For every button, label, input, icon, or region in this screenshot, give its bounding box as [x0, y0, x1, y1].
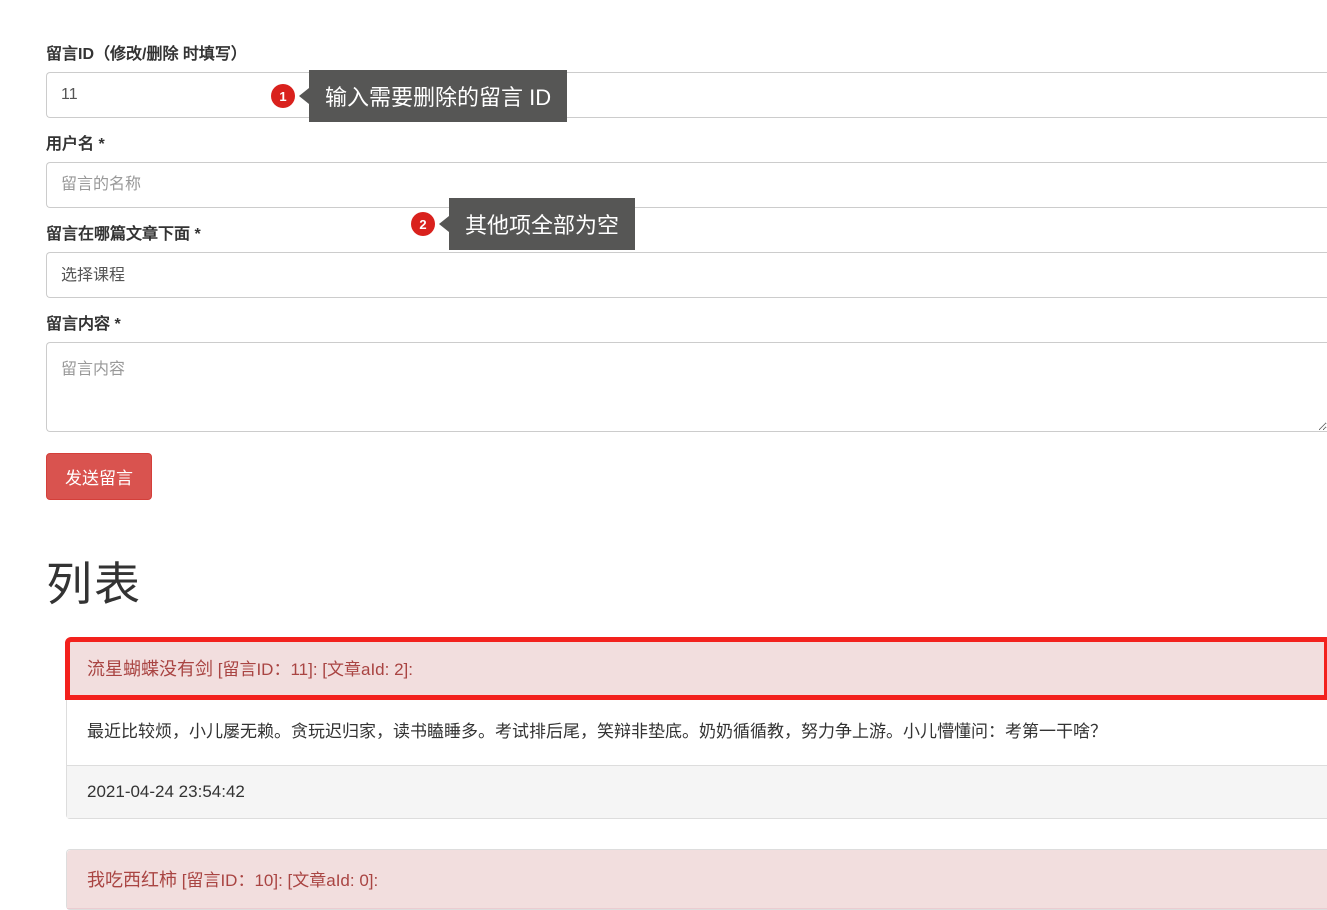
- list-heading: 列表: [46, 548, 1327, 614]
- message-panel-heading: 我吃西红柿 [留言ID：10]: [文章aId: 0]:: [67, 850, 1327, 909]
- message-title-meta: [留言ID：11]: [文章aId: 2]:: [213, 660, 413, 679]
- annotation-arrow-icon: [439, 216, 449, 232]
- submit-button[interactable]: 发送留言: [46, 453, 152, 500]
- message-panel: 我吃西红柿 [留言ID：10]: [文章aId: 0]:: [66, 849, 1327, 910]
- annotation-2: 2 其他项全部为空: [411, 198, 635, 250]
- annotation-badge-icon: 1: [271, 84, 295, 108]
- message-timestamp: 2021-04-24 23:54:42: [67, 765, 1327, 818]
- msgid-group: 留言ID（修改/删除 时填写）: [46, 40, 1327, 118]
- article-label: 留言在哪篇文章下面 *: [46, 220, 1327, 244]
- message-panel: 流星蝴蝶没有剑 [留言ID：11]: [文章aId: 2]: 最近比较烦，小儿屡…: [66, 638, 1327, 819]
- message-title-meta: [留言ID：10]: [文章aId: 0]:: [177, 871, 378, 890]
- message-panel-heading: 流星蝴蝶没有剑 [留言ID：11]: [文章aId: 2]:: [67, 639, 1327, 698]
- annotation-badge-icon: 2: [411, 212, 435, 236]
- username-input[interactable]: [46, 162, 1327, 208]
- annotation-label: 其他项全部为空: [449, 198, 635, 250]
- article-group: 留言在哪篇文章下面 * 选择课程: [46, 220, 1327, 298]
- message-title-main: 流星蝴蝶没有剑: [87, 659, 213, 679]
- annotation-arrow-icon: [299, 88, 309, 104]
- username-label: 用户名 *: [46, 130, 1327, 154]
- annotation-label: 输入需要删除的留言 ID: [309, 70, 567, 122]
- content-label: 留言内容 *: [46, 310, 1327, 334]
- message-title-main: 我吃西红柿: [87, 870, 177, 890]
- msgid-input[interactable]: [46, 72, 1327, 118]
- article-select[interactable]: 选择课程: [46, 252, 1327, 298]
- page-container: 留言ID（修改/删除 时填写） 用户名 * 留言在哪篇文章下面 * 选择课程 留…: [0, 0, 1327, 910]
- username-group: 用户名 *: [46, 130, 1327, 208]
- msgid-label: 留言ID（修改/删除 时填写）: [46, 40, 1327, 64]
- content-group: 留言内容 *: [46, 310, 1327, 437]
- content-textarea[interactable]: [46, 342, 1327, 432]
- annotation-1: 1 输入需要删除的留言 ID: [271, 70, 567, 122]
- message-body: 最近比较烦，小儿屡无赖。贪玩迟归家，读书瞌睡多。考试排后尾，笑辩非垫底。奶奶循循…: [67, 698, 1327, 765]
